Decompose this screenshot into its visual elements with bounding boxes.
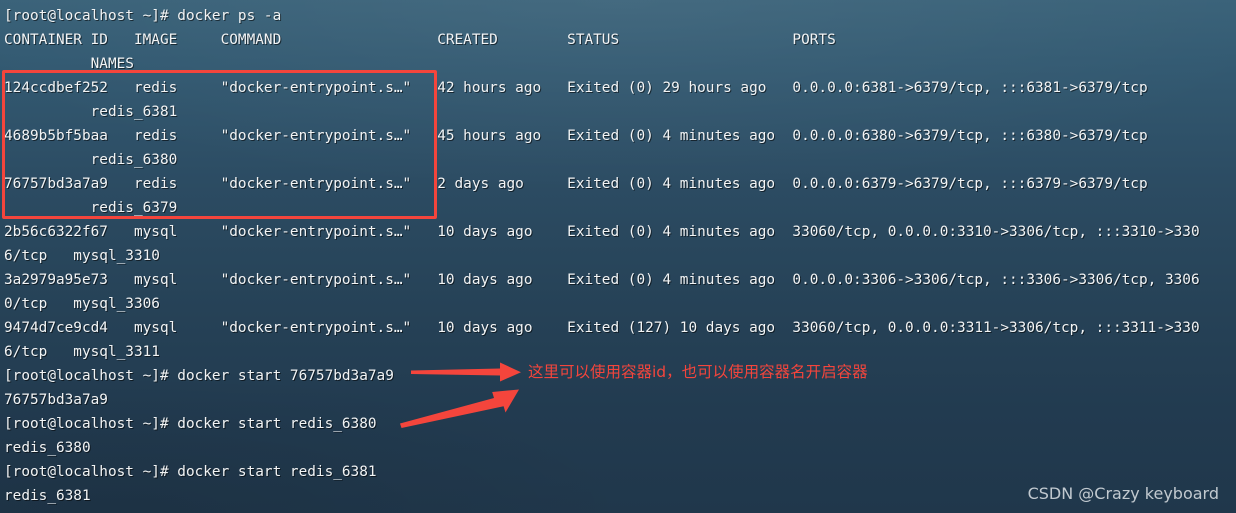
- terminal-line-text: [root@localhost ~]# docker ps -a: [4, 8, 282, 24]
- table-row-names-text: 6/tcp mysql_3310: [4, 248, 160, 264]
- table-row-names-text: redis_6380: [4, 152, 178, 168]
- table-row-names-text: 6/tcp mysql_3311: [4, 344, 160, 360]
- table-row: 2b56c6322f67 mysql "docker-entrypoint.s……: [4, 220, 1236, 244]
- table-row-text: 2b56c6322f67 mysql "docker-entrypoint.s……: [4, 224, 1200, 240]
- table-header-row: CONTAINER ID IMAGE COMMAND CREATED STATU…: [4, 28, 1236, 52]
- table-row: 4689b5bf5baa redis "docker-entrypoint.s……: [4, 124, 1236, 148]
- table-row: 76757bd3a7a9 redis "docker-entrypoint.s……: [4, 172, 1236, 196]
- terminal-line: [root@localhost ~]# docker ps -a: [4, 4, 1236, 28]
- table-row-text: 76757bd3a7a9 redis "docker-entrypoint.s……: [4, 176, 1148, 192]
- command-output-text: redis_6381: [4, 488, 91, 504]
- table-row-names-text: redis_6379: [4, 200, 178, 216]
- table-row-names: redis_6379: [4, 196, 1236, 220]
- table-header-row-names: NAMES: [4, 52, 1236, 76]
- command-line-text: [root@localhost ~]# docker start redis_6…: [4, 464, 377, 480]
- table-row: 9474d7ce9cd4 mysql "docker-entrypoint.s……: [4, 316, 1236, 340]
- command-line: [root@localhost ~]# docker start redis_6…: [4, 412, 1236, 436]
- command-line-text: [root@localhost ~]# docker start redis_6…: [4, 416, 377, 432]
- table-row-names-text: redis_6381: [4, 104, 178, 120]
- table-row-text: 124ccdbef252 redis "docker-entrypoint.s……: [4, 80, 1148, 96]
- table-row-names: 0/tcp mysql_3306: [4, 292, 1236, 316]
- table-row-names: 6/tcp mysql_3310: [4, 244, 1236, 268]
- table-row-text: 9474d7ce9cd4 mysql "docker-entrypoint.s……: [4, 320, 1200, 336]
- command-line: [root@localhost ~]# docker start redis_6…: [4, 460, 1236, 484]
- table-row-text: 3a2979a95e73 mysql "docker-entrypoint.s……: [4, 272, 1200, 288]
- table-row-text: 4689b5bf5baa redis "docker-entrypoint.s……: [4, 128, 1148, 144]
- command-output: 76757bd3a7a9: [4, 388, 1236, 412]
- table-header-names-text: NAMES: [4, 56, 134, 72]
- command-output: redis_6380: [4, 436, 1236, 460]
- table-row-names: redis_6381: [4, 100, 1236, 124]
- table-header-text: CONTAINER ID IMAGE COMMAND CREATED STATU…: [4, 32, 836, 48]
- terminal-screenshot: [root@localhost ~]# docker ps -a CONTAIN…: [0, 0, 1236, 513]
- table-row: 124ccdbef252 redis "docker-entrypoint.s……: [4, 76, 1236, 100]
- annotation-text: 这里可以使用容器id，也可以使用容器名开启容器: [528, 363, 868, 381]
- command-output-text: redis_6380: [4, 440, 91, 456]
- command-output-text: 76757bd3a7a9: [4, 392, 108, 408]
- watermark: CSDN @Crazy keyboard: [1027, 484, 1219, 503]
- terminal-output[interactable]: [root@localhost ~]# docker ps -a CONTAIN…: [0, 0, 1236, 508]
- table-row: 3a2979a95e73 mysql "docker-entrypoint.s……: [4, 268, 1236, 292]
- table-row-names-text: 0/tcp mysql_3306: [4, 296, 160, 312]
- command-line-text: [root@localhost ~]# docker start 76757bd…: [4, 368, 394, 384]
- table-row-names: redis_6380: [4, 148, 1236, 172]
